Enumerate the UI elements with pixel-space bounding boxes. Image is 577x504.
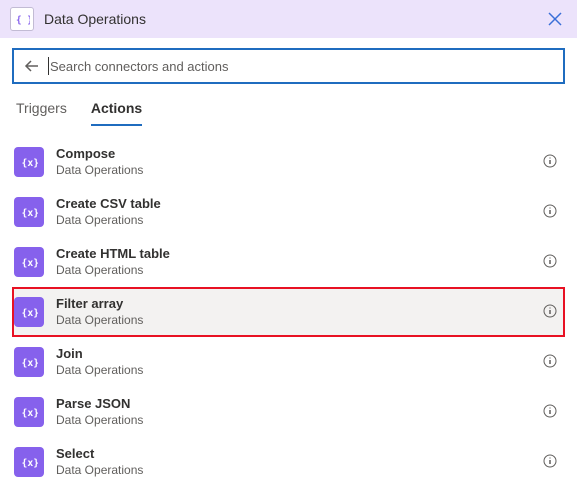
data-operations-icon: {x} [14,347,44,377]
action-item[interactable]: {x} JoinData Operations [12,337,565,387]
action-text: SelectData Operations [56,446,535,478]
action-title: Create CSV table [56,196,535,213]
svg-text:{x}: {x} [22,458,39,469]
action-subtitle: Data Operations [56,463,535,479]
action-subtitle: Data Operations [56,413,535,429]
search-container [12,48,565,84]
tab-triggers[interactable]: Triggers [16,100,67,126]
search-input[interactable] [50,50,555,82]
action-text: Create HTML tableData Operations [56,246,535,278]
data-operations-icon: {x} [14,247,44,277]
info-button[interactable] [543,304,559,320]
action-subtitle: Data Operations [56,263,535,279]
action-title: Select [56,446,535,463]
connector-icon: { } [10,7,34,31]
panel-header: { } Data Operations [0,0,577,38]
panel-title: Data Operations [44,11,543,27]
svg-text:{x}: {x} [22,358,39,369]
data-operations-icon: {x} [14,297,44,327]
action-text: Filter arrayData Operations [56,296,535,328]
svg-text:{x}: {x} [22,408,39,419]
svg-text:{x}: {x} [22,208,39,219]
info-button[interactable] [543,204,559,220]
info-button[interactable] [543,254,559,270]
action-text: ComposeData Operations [56,146,535,178]
action-title: Join [56,346,535,363]
action-title: Create HTML table [56,246,535,263]
action-title: Compose [56,146,535,163]
tab-bar: Triggers Actions [12,84,565,127]
action-subtitle: Data Operations [56,313,535,329]
action-item[interactable]: {x} Parse JSONData Operations [12,387,565,437]
tab-actions[interactable]: Actions [91,100,142,126]
action-item[interactable]: {x} Create HTML tableData Operations [12,237,565,287]
svg-text:{ }: { } [16,15,30,26]
back-arrow-icon [24,58,40,74]
connector-panel: { } Data Operations Triggers Actions {x}… [0,0,577,504]
data-operations-icon: {x} [14,397,44,427]
close-button[interactable] [543,7,567,31]
data-operations-icon: {x} [14,147,44,177]
info-button[interactable] [543,154,559,170]
info-button[interactable] [543,404,559,420]
action-text: Parse JSONData Operations [56,396,535,428]
action-text: JoinData Operations [56,346,535,378]
svg-text:{x}: {x} [22,308,39,319]
action-list: {x}ComposeData Operations{x}Create CSV t… [12,137,565,504]
action-subtitle: Data Operations [56,363,535,379]
back-button[interactable] [22,56,42,76]
action-item[interactable]: {x} Create CSV tableData Operations [12,187,565,237]
data-operations-icon: {x} [14,447,44,477]
action-subtitle: Data Operations [56,213,535,229]
action-subtitle: Data Operations [56,163,535,179]
info-button[interactable] [543,454,559,470]
svg-text:{x}: {x} [22,158,39,169]
action-text: Create CSV tableData Operations [56,196,535,228]
action-item[interactable]: {x} Filter arrayData Operations [12,287,565,337]
action-title: Filter array [56,296,535,313]
action-item[interactable]: {x} ComposeData Operations [12,137,565,187]
close-icon [548,12,562,26]
action-title: Parse JSON [56,396,535,413]
action-item[interactable]: {x} SelectData Operations [12,437,565,487]
data-operations-icon: {x} [14,197,44,227]
panel-body: Triggers Actions {x}ComposeData Operatio… [0,38,577,504]
info-button[interactable] [543,354,559,370]
svg-text:{x}: {x} [22,258,39,269]
text-caret [48,57,49,75]
